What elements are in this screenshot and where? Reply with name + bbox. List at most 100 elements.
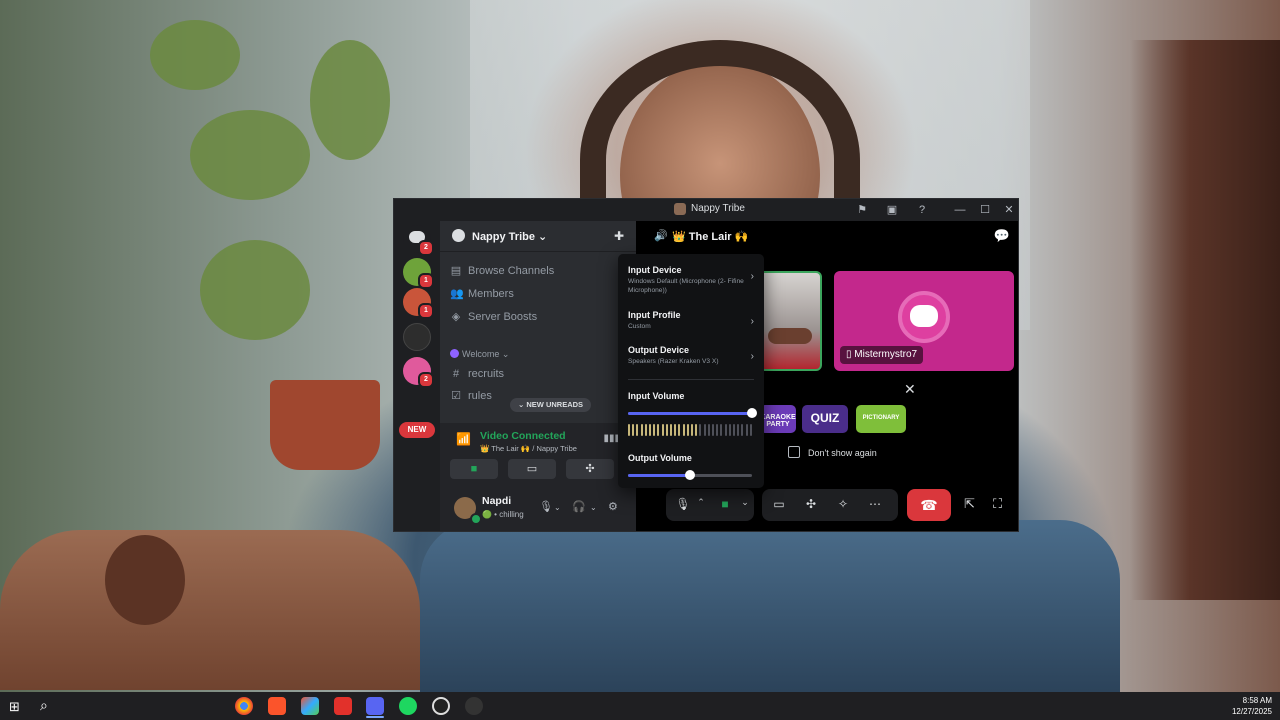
home-button[interactable]: 2 bbox=[403, 225, 434, 256]
media-player-icon[interactable] bbox=[432, 697, 450, 715]
headset-icon[interactable]: 🎧 bbox=[572, 500, 586, 513]
close-icon[interactable]: ✕ bbox=[904, 381, 916, 398]
brave-icon[interactable] bbox=[268, 697, 286, 715]
meter-bar bbox=[720, 424, 723, 436]
chat-icon[interactable]: 💬 bbox=[994, 228, 1010, 244]
active-app-indicator bbox=[366, 716, 384, 718]
signal-icon[interactable]: 📶 bbox=[456, 432, 471, 446]
chevron-down-icon[interactable]: ⌄ bbox=[736, 497, 754, 513]
chrome-icon[interactable] bbox=[235, 697, 253, 715]
input-profile-label: Input Profile bbox=[628, 310, 681, 320]
server-rail: 2 1 1 2 NEW bbox=[394, 221, 440, 531]
status-indicator bbox=[470, 513, 482, 525]
chevron-up-icon[interactable]: ⌃ bbox=[692, 497, 710, 513]
meter-bar bbox=[691, 424, 693, 436]
meter-bar bbox=[686, 424, 689, 436]
server-boosts[interactable]: ◈ Server Boosts bbox=[450, 308, 537, 326]
microphone-icon[interactable]: 🎙 bbox=[674, 497, 692, 513]
input-device-value: Windows Default (Microphone (2- Fifine M… bbox=[628, 278, 744, 294]
chevron-down-icon[interactable]: ⌄ bbox=[590, 503, 597, 512]
username[interactable]: Napdi bbox=[482, 495, 511, 507]
title-bar[interactable]: Nappy Tribe ⚑ ▣ ? — ☐ ✕ bbox=[394, 199, 1018, 221]
wallpaper-plant bbox=[310, 40, 390, 160]
output-device-item[interactable]: Output Device Speakers (Razer Kraken V3 … bbox=[628, 345, 754, 366]
meter-bar bbox=[644, 424, 647, 436]
screen-share-icon[interactable]: ▭ bbox=[770, 497, 788, 513]
microphone-icon[interactable]: 🎙 bbox=[539, 500, 553, 513]
discord-logo-icon bbox=[910, 305, 938, 327]
screen-share-button[interactable]: ▭ bbox=[508, 459, 556, 479]
input-volume-slider[interactable] bbox=[628, 408, 757, 418]
menu-divider bbox=[628, 379, 754, 380]
voice-location[interactable]: 👑 The Lair 🙌 / Nappy Tribe bbox=[480, 444, 577, 453]
chevron-down-icon[interactable]: ⌄ bbox=[554, 503, 561, 512]
activity-karaoke[interactable]: KARAOKE PARTY bbox=[760, 405, 796, 433]
fullscreen-icon[interactable]: ⛶ bbox=[993, 496, 1002, 512]
channel-sidebar: Nappy Tribe ⌄ ✚ ▤ Browse Channels 👥 Member… bbox=[440, 221, 636, 531]
checkbox[interactable] bbox=[788, 446, 800, 458]
discord-icon[interactable] bbox=[366, 697, 384, 715]
voice-status[interactable]: Video Connected bbox=[480, 430, 566, 442]
minimize-icon[interactable]: — bbox=[953, 203, 967, 217]
clock-date: 12/27/2025 bbox=[1231, 707, 1272, 716]
boost-icon: ◈ bbox=[451, 311, 461, 323]
meter-bar bbox=[716, 424, 719, 436]
server-icon[interactable]: 1 bbox=[403, 288, 434, 319]
input-profile-item[interactable]: Input Profile Custom › bbox=[628, 310, 754, 331]
activity-controls: ▭ ✣ ✧ ⋯ bbox=[762, 489, 898, 521]
browse-channels[interactable]: ▤ Browse Channels bbox=[450, 262, 554, 280]
members-icon: 👥 bbox=[450, 288, 464, 300]
meter-bar bbox=[745, 424, 748, 436]
server-badge: 1 bbox=[418, 273, 434, 289]
disconnect-button[interactable]: ☎ bbox=[907, 489, 951, 521]
slider-handle[interactable] bbox=[747, 408, 757, 418]
members[interactable]: 👥 Members bbox=[450, 285, 514, 303]
meter-bar bbox=[636, 424, 639, 436]
more-icon[interactable]: ⋯ bbox=[866, 497, 884, 513]
output-volume-item: Output Volume bbox=[628, 453, 754, 463]
new-unreads-pill[interactable]: ⌄ NEW UNREADS bbox=[510, 398, 592, 412]
activity-pictionary[interactable]: PICTIONARY bbox=[856, 405, 906, 433]
input-device-item[interactable]: Input Device Windows Default (Microphone… bbox=[628, 265, 754, 295]
slider-handle[interactable] bbox=[685, 470, 695, 480]
category-welcome[interactable]: Welcome ⌄ bbox=[450, 349, 509, 360]
voice-status-panel: 📶 Video Connected 👑 The Lair 🙌 / Nappy T… bbox=[440, 423, 636, 485]
search-icon[interactable]: ⌕ bbox=[40, 697, 48, 714]
server-icon[interactable] bbox=[403, 323, 431, 351]
spotify-icon[interactable] bbox=[399, 697, 417, 715]
output-volume-slider[interactable] bbox=[628, 470, 752, 480]
activities-button[interactable]: ✣ bbox=[566, 459, 614, 479]
server-header[interactable]: Nappy Tribe ⌄ ✚ bbox=[440, 221, 636, 252]
flag-icon[interactable]: ⚑ bbox=[855, 203, 869, 217]
camera-tile[interactable] bbox=[758, 271, 822, 371]
activity-quiz[interactable]: QUIZ bbox=[802, 405, 848, 433]
camera-button[interactable]: ■ bbox=[450, 459, 498, 479]
obs-icon[interactable] bbox=[465, 697, 483, 715]
maximize-icon[interactable]: ☐ bbox=[978, 203, 992, 217]
meter-bar bbox=[640, 424, 643, 436]
wallpaper-pot bbox=[270, 380, 380, 470]
chevron-right-icon: › bbox=[750, 271, 754, 282]
inbox-icon[interactable]: ▣ bbox=[885, 203, 899, 217]
channel-recruits[interactable]: # recruits bbox=[450, 365, 504, 383]
activities-icon[interactable]: ✣ bbox=[802, 497, 820, 513]
soundboard-icon[interactable]: ✧ bbox=[834, 497, 852, 513]
rules-icon: ☑ bbox=[451, 390, 461, 402]
system-clock[interactable]: 8:58 AM 12/27/2025 bbox=[1232, 695, 1272, 717]
invite-icon[interactable]: ✚ bbox=[614, 229, 624, 243]
camera-icon[interactable]: ■ bbox=[716, 497, 734, 513]
creative-cloud-icon[interactable] bbox=[301, 697, 319, 715]
dont-show-again[interactable]: Don't show again bbox=[788, 446, 877, 458]
participant-tile[interactable]: ▯ Mistermystro7 bbox=[834, 271, 1014, 371]
windows-start-icon[interactable]: ⊞ bbox=[9, 699, 20, 715]
anydesk-icon[interactable] bbox=[334, 697, 352, 715]
new-servers-pill[interactable]: NEW bbox=[399, 422, 435, 438]
server-icon[interactable]: 1 bbox=[403, 258, 434, 289]
server-icon[interactable]: 2 bbox=[403, 357, 434, 388]
meter-bar bbox=[682, 424, 685, 436]
popout-icon[interactable]: ⇱ bbox=[964, 496, 975, 512]
gear-icon[interactable]: ⚙ bbox=[608, 500, 618, 513]
channel-rules[interactable]: ☑ rules bbox=[450, 387, 492, 405]
help-icon[interactable]: ? bbox=[915, 203, 929, 217]
close-icon[interactable]: ✕ bbox=[1002, 203, 1016, 217]
